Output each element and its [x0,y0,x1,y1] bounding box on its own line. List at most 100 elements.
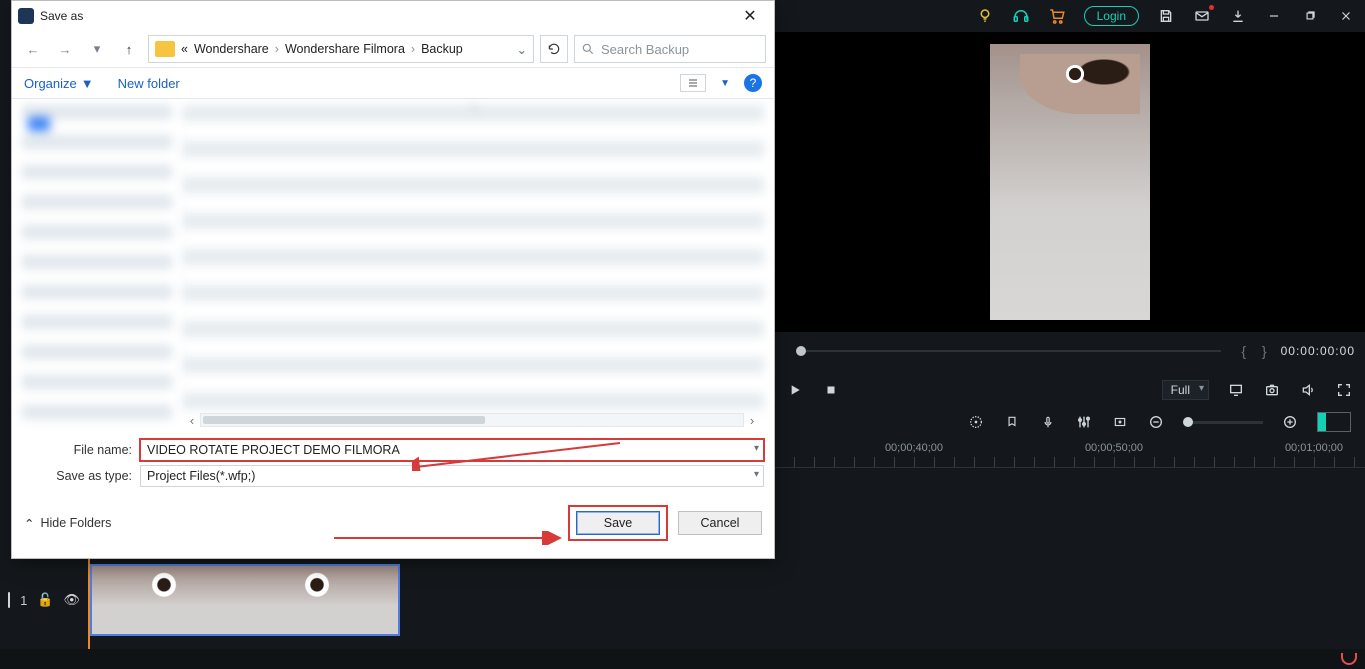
horizontal-scrollbar[interactable]: ‹ › [184,413,760,427]
in-out-markers[interactable]: { } [1241,343,1272,359]
filename-input[interactable]: VIDEO ROTATE PROJECT DEMO FILMORA [140,439,764,461]
dialog-titlebar: Save as ✕ [12,1,774,31]
dialog-nav-row: ← → ▾ ↑ « Wondershare › Wondershare Film… [12,31,774,67]
ruler-tick: 00;01;00;00 [1285,442,1343,454]
preview-viewport[interactable] [774,32,1365,332]
timeline-track-row: 1 🔓 👁 [0,560,1365,640]
timeline-minimap[interactable] [1317,412,1351,432]
timeline-ruler[interactable]: 00;00;40;00 00;00;50;00 00;01;00;00 [774,440,1365,468]
save-type-label: Save as type: [22,469,132,483]
nav-forward-button[interactable]: → [52,36,78,62]
app-favicon-icon [18,8,34,24]
mail-icon[interactable] [1193,7,1211,25]
chevron-right-icon[interactable]: › [275,42,279,56]
track-head: 1 🔓 👁 [0,560,80,640]
app-bottom-bar [0,649,1365,669]
help-button[interactable]: ? [744,74,762,92]
player-controls: Full [774,370,1365,410]
view-caret-icon[interactable]: ▼ [720,78,730,89]
dialog-close-button[interactable]: ✕ [732,6,768,26]
new-folder-button[interactable]: New folder [118,76,180,91]
view-mode-dropdown[interactable] [680,74,706,92]
file-list[interactable]: ⌃ [182,105,764,423]
file-browser-pane: ⌃ ‹ › [12,99,774,429]
save-button-highlight: Save [568,505,668,541]
ruler-tick: 00;00;50;00 [1085,442,1143,454]
hide-folders-toggle[interactable]: ⌃ Hide Folders [24,516,111,531]
address-overflow-icon[interactable]: ⌄ [517,42,527,57]
save-type-select[interactable]: Project Files(*.wfp;) [140,465,764,487]
playback-quality-select[interactable]: Full [1162,380,1209,400]
stop-icon[interactable] [822,381,840,399]
clip-thumb [245,566,398,634]
dialog-title: Save as [40,9,83,23]
volume-icon[interactable] [1299,381,1317,399]
folder-tree[interactable] [22,105,172,423]
refresh-button[interactable] [540,35,568,63]
preview-thumbnail [990,44,1150,320]
dialog-toolbar: Organize ▼ New folder ▼ ? [12,67,774,99]
caret-down-icon: ▼ [81,76,94,91]
voice-icon[interactable] [1039,413,1057,431]
preview-panel: { } 00:00:00:00 Full [774,32,1365,432]
video-track-icon[interactable] [8,592,10,608]
dialog-footer: ⌃ Hide Folders Save Cancel [12,491,774,551]
breadcrumb-item[interactable]: Wondershare [194,42,269,56]
lock-icon[interactable]: 🔓 [37,592,53,608]
app-titlebar: Login [775,0,1365,32]
nav-back-button[interactable]: ← [20,36,46,62]
filename-label: File name: [22,443,132,457]
timeline-toolstrip [774,405,1365,439]
folder-search-input[interactable]: Search Backup [574,35,766,63]
window-minimize-icon[interactable] [1265,7,1283,25]
search-icon [581,42,595,56]
nav-up-button[interactable]: ↑ [116,36,142,62]
save-button[interactable]: Save [576,511,660,535]
chevron-up-icon: ⌃ [24,516,34,531]
snapshot-icon[interactable] [1263,381,1281,399]
mixer-icon[interactable] [1075,413,1093,431]
headset-icon[interactable] [1012,7,1030,25]
login-button[interactable]: Login [1084,6,1139,26]
eye-icon[interactable]: 👁 [63,592,80,608]
scroll-left-icon[interactable]: ‹ [184,413,200,428]
zoom-slider[interactable] [1183,421,1263,424]
progress-indicator-icon [1341,653,1357,665]
fullscreen-icon[interactable] [1335,381,1353,399]
track-index: 1 [20,593,27,608]
breadcrumb-lead: « [181,42,188,56]
cancel-button[interactable]: Cancel [678,511,762,535]
breadcrumb-item[interactable]: Wondershare Filmora [285,42,405,56]
render-preview-icon[interactable] [967,413,985,431]
preview-scrubber[interactable] [796,350,1221,352]
save-disk-icon[interactable] [1157,7,1175,25]
cart-icon[interactable] [1048,7,1066,25]
timeline-clip[interactable] [90,564,400,636]
scrubber-row: { } 00:00:00:00 [774,332,1365,370]
zoom-in-icon[interactable] [1281,413,1299,431]
tips-icon[interactable] [976,7,994,25]
dialog-form: File name: VIDEO ROTATE PROJECT DEMO FIL… [12,429,774,487]
ruler-tick: 00;00;40;00 [885,442,943,454]
scroll-right-icon[interactable]: › [744,413,760,428]
marker-icon[interactable] [1003,413,1021,431]
monitor-icon[interactable] [1227,381,1245,399]
download-icon[interactable] [1229,7,1247,25]
address-bar[interactable]: « Wondershare › Wondershare Filmora › Ba… [148,35,534,63]
folder-icon [155,41,175,57]
frame-icon[interactable] [1111,413,1129,431]
save-type-value: Project Files(*.wfp;) [147,469,255,483]
nav-recent-dropdown[interactable]: ▾ [84,36,110,62]
window-restore-icon[interactable] [1301,7,1319,25]
organize-menu[interactable]: Organize ▼ [24,76,94,91]
play-icon[interactable] [786,381,804,399]
breadcrumb-item[interactable]: Backup [421,42,463,56]
list-header-sort-icon[interactable]: ⌃ [468,103,478,117]
window-close-icon[interactable] [1337,7,1355,25]
zoom-out-icon[interactable] [1147,413,1165,431]
scroll-track[interactable] [200,413,744,427]
preview-timecode: 00:00:00:00 [1281,344,1355,358]
chevron-right-icon[interactable]: › [411,42,415,56]
search-placeholder: Search Backup [601,42,689,57]
clip-thumb [92,566,245,634]
